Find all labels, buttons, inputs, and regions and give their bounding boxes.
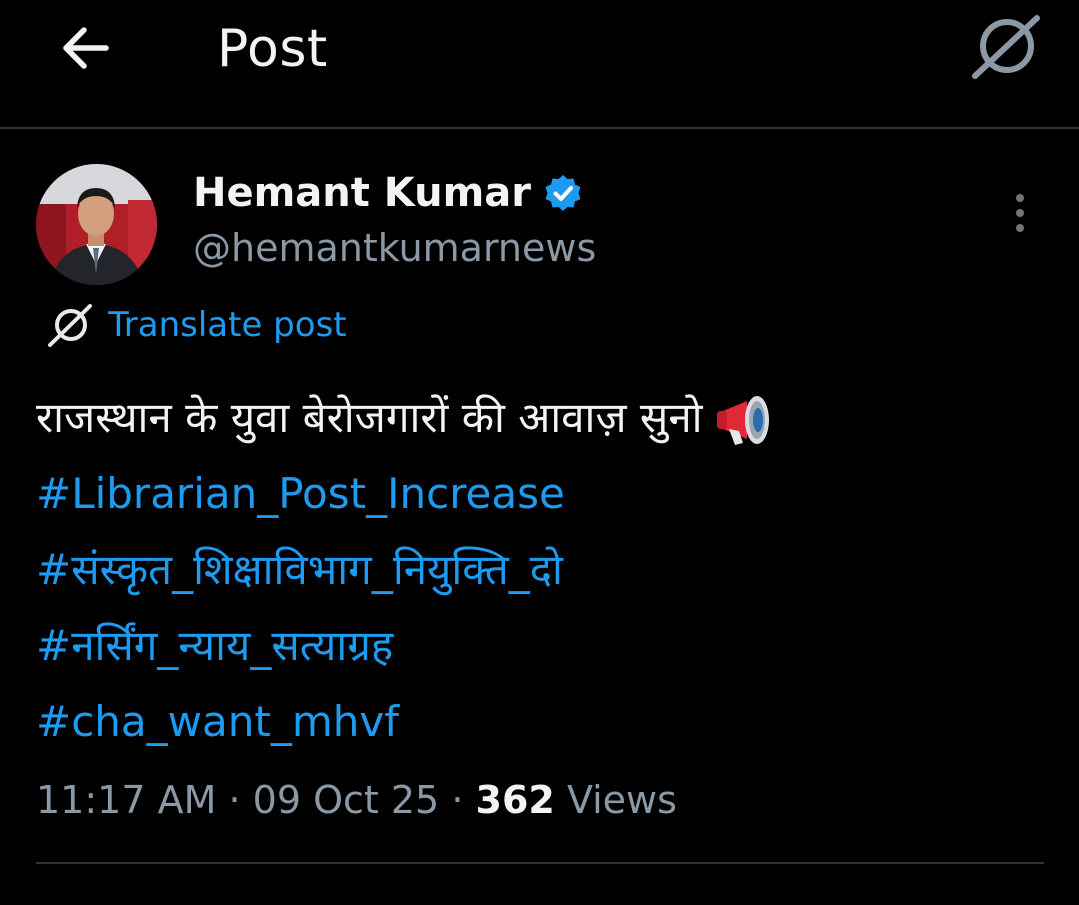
post-divider bbox=[36, 862, 1044, 864]
profile-photo bbox=[36, 164, 157, 285]
grok-button[interactable] bbox=[966, 8, 1046, 84]
top-bar: Post bbox=[0, 0, 1079, 128]
hashtag-link[interactable]: #नर्सिंग_न्याय_सत्याग्रह bbox=[36, 608, 1046, 684]
translate-post-button[interactable]: Translate post bbox=[46, 302, 347, 348]
author-handle[interactable]: @hemantkumarnews bbox=[193, 222, 596, 274]
views-count: 362 bbox=[475, 778, 555, 822]
grok-translate-icon bbox=[48, 304, 92, 347]
post-meta: 11:17 AM · 09 Oct 25 · 362 Views bbox=[36, 772, 677, 828]
post-time[interactable]: 11:17 AM bbox=[36, 778, 216, 822]
header-divider bbox=[0, 127, 1079, 129]
dot-icon bbox=[1016, 194, 1024, 202]
back-button[interactable] bbox=[52, 20, 116, 76]
arrow-left-icon bbox=[63, 27, 109, 69]
grok-icon bbox=[972, 15, 1040, 79]
post-text: राजस्थान के युवा बेरोजगारों की आवाज़ सुन… bbox=[36, 380, 1046, 760]
meta-separator: · bbox=[451, 778, 464, 822]
post-date[interactable]: 09 Oct 25 bbox=[253, 778, 440, 822]
dot-icon bbox=[1016, 209, 1024, 217]
meta-separator: · bbox=[228, 778, 241, 822]
avatar[interactable] bbox=[36, 164, 157, 285]
hashtag-link[interactable]: #संस्कृत_शिक्षाविभाग_नियुक्ति_दो bbox=[36, 532, 1046, 608]
page-title: Post bbox=[217, 19, 328, 79]
hashtag-link[interactable]: #cha_want_mhvf bbox=[36, 684, 1046, 760]
more-options-button[interactable] bbox=[996, 188, 1044, 238]
translate-post-label: Translate post bbox=[108, 305, 347, 345]
author-name[interactable]: Hemant Kumar bbox=[193, 166, 583, 220]
dot-icon bbox=[1016, 224, 1024, 232]
hashtag-link[interactable]: #Librarian_Post_Increase bbox=[36, 456, 1046, 532]
author-name-text: Hemant Kumar bbox=[193, 170, 531, 216]
post-text-line: राजस्थान के युवा बेरोजगारों की आवाज़ सुन… bbox=[36, 380, 1046, 456]
post-text-main: राजस्थान के युवा बेरोजगारों की आवाज़ सुन… bbox=[36, 393, 703, 442]
views-label: Views bbox=[566, 778, 677, 822]
verified-badge-icon bbox=[545, 175, 581, 211]
megaphone-icon bbox=[716, 395, 769, 445]
